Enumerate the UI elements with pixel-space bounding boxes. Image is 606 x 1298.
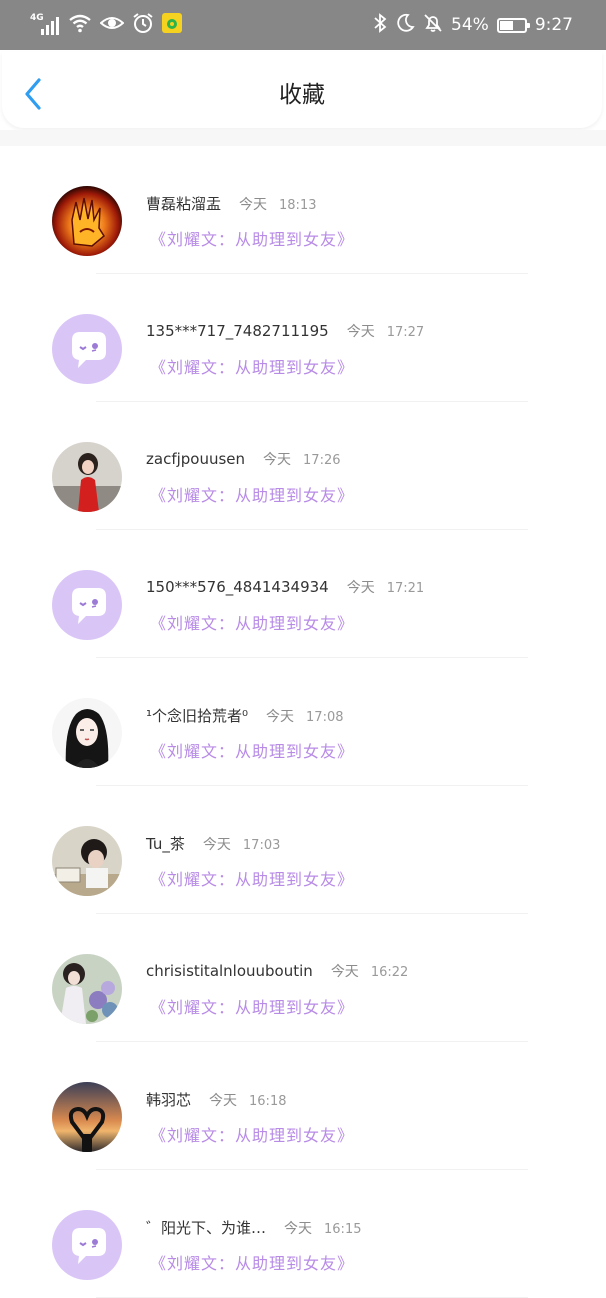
eye-icon [99,14,125,36]
status-right-icons: 54% 9:27 [373,10,573,40]
timestamp: 16:15 [324,1222,362,1237]
item-meta: 135***717_7482711195 今天 17:27 [146,321,424,345]
book-link[interactable]: 《刘耀文：从助理到女友》 [150,610,354,634]
list-item[interactable]: ゛阳光下、为谁… 今天 16:15 《刘耀文：从助理到女友》 [0,1170,606,1298]
page-title: 收藏 [279,82,325,108]
fire-hand-avatar[interactable] [52,186,122,256]
header-separator [0,130,606,146]
app-header: 收藏 [2,52,602,128]
date-label: 今天 [202,837,231,853]
item-meta: 韩羽芯 今天 16:18 [146,1089,286,1113]
item-meta: ¹个念旧拾荒者⁰ 今天 17:08 [146,705,344,729]
clock: 9:27 [534,15,573,35]
book-link[interactable]: 《刘耀文：从助理到女友》 [150,1250,354,1274]
default-chat-avatar[interactable] [52,1210,122,1280]
book-link[interactable]: 《刘耀文：从助理到女友》 [150,994,354,1018]
book-link[interactable]: 《刘耀文：从助理到女友》 [150,226,354,250]
date-label: 今天 [239,197,268,213]
date-label: 今天 [346,580,375,596]
moon-icon [395,13,415,38]
username[interactable]: 曹磊粘溜盂 [146,193,221,214]
username[interactable]: Tu_茶 [146,833,185,854]
list-item[interactable]: 135***717_7482711195 今天 17:27 《刘耀文：从助理到女… [0,274,606,402]
list-item[interactable]: ¹个念旧拾荒者⁰ 今天 17:08 《刘耀文：从助理到女友》 [0,658,606,786]
list-item[interactable]: 150***576_4841434934 今天 17:21 《刘耀文：从助理到女… [0,530,606,658]
app-notification-icon [162,13,182,37]
timestamp: 16:22 [370,965,409,980]
username[interactable]: 韩羽芯 [146,1089,191,1110]
girl-red-dress-avatar[interactable] [52,442,122,512]
item-meta: Tu_茶 今天 17:03 [146,833,280,857]
item-meta: chrisistitalnlouuboutin 今天 16:22 [146,961,408,985]
username[interactable]: ¹个念旧拾荒者⁰ [146,705,248,726]
username[interactable]: chrisistitalnlouuboutin [146,962,313,980]
signal-icon: 4G [30,13,60,37]
student-desk-avatar[interactable] [52,826,122,896]
list-item[interactable]: 韩羽芯 今天 16:18 《刘耀文：从助理到女友》 [0,1042,606,1170]
flowers-avatar[interactable] [52,954,122,1024]
battery-percent: 54% [451,15,489,35]
book-link[interactable]: 《刘耀文：从助理到女友》 [150,738,354,762]
date-label: 今天 [263,452,292,468]
item-meta: 曹磊粘溜盂 今天 18:13 [146,193,316,217]
alarm-icon [132,12,154,38]
timestamp: 17:08 [306,710,344,725]
default-chat-avatar[interactable] [52,314,122,384]
username[interactable]: 150***576_4841434934 [146,578,329,596]
timestamp: 17:21 [386,581,425,596]
wifi-icon [68,13,92,37]
username[interactable]: ゛阳光下、为谁… [146,1217,266,1238]
timestamp: 17:27 [386,325,425,340]
bluetooth-icon [373,12,387,38]
username[interactable]: 135***717_7482711195 [146,322,329,340]
book-link[interactable]: 《刘耀文：从助理到女友》 [150,866,354,890]
timestamp: 18:13 [279,198,317,213]
book-link[interactable]: 《刘耀文：从助理到女友》 [150,482,354,506]
list-item[interactable]: zacfjpouusen 今天 17:26 《刘耀文：从助理到女友》 [0,402,606,530]
timestamp: 17:03 [242,838,281,853]
favorites-list: 曹磊粘溜盂 今天 18:13 《刘耀文：从助理到女友》 135***717_74… [0,146,606,1298]
username[interactable]: zacfjpouusen [146,450,245,468]
item-meta: ゛阳光下、为谁… 今天 16:15 [146,1217,361,1241]
list-item[interactable]: Tu_茶 今天 17:03 《刘耀文：从助理到女友》 [0,786,606,914]
date-label: 今天 [330,964,359,980]
timestamp: 17:26 [303,453,341,468]
sunset-heart-avatar[interactable] [52,1082,122,1152]
battery-fill [499,20,513,30]
mute-bell-icon [423,13,443,38]
item-meta: zacfjpouusen 今天 17:26 [146,449,341,473]
date-label: 今天 [266,709,295,725]
timestamp: 16:18 [249,1094,287,1109]
anime-girl-avatar[interactable] [52,698,122,768]
book-link[interactable]: 《刘耀文：从助理到女友》 [150,354,354,378]
date-label: 今天 [284,1221,313,1237]
date-label: 今天 [209,1093,238,1109]
list-item[interactable]: chrisistitalnlouuboutin 今天 16:22 《刘耀文：从助… [0,914,606,1042]
book-link[interactable]: 《刘耀文：从助理到女友》 [150,1122,354,1146]
battery-icon [496,17,530,33]
status-bar: 4G 54% 9:27 [0,0,606,50]
date-label: 今天 [346,324,375,340]
status-left-icons: 4G [30,10,182,40]
list-item[interactable]: 曹磊粘溜盂 今天 18:13 《刘耀文：从助理到女友》 [0,146,606,274]
item-meta: 150***576_4841434934 今天 17:21 [146,577,424,601]
default-chat-avatar[interactable] [52,570,122,640]
